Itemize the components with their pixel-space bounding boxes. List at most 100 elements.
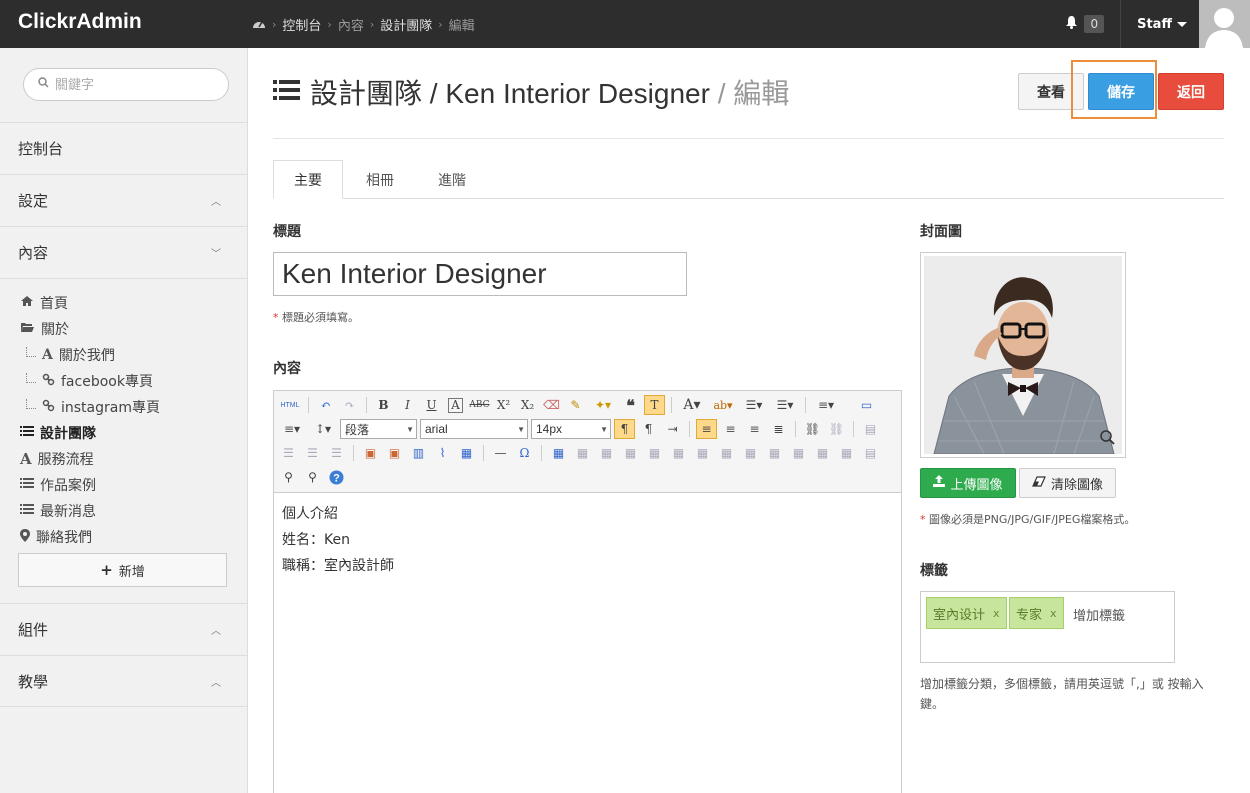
underline-icon[interactable]: U bbox=[421, 395, 442, 415]
find-replace-icon[interactable]: ⚲ bbox=[278, 467, 299, 487]
font-size-select[interactable]: 14px ▼ bbox=[531, 419, 611, 439]
sidebar-item-home[interactable]: 首頁 bbox=[20, 293, 68, 313]
merge-cells-icon[interactable]: ▦ bbox=[716, 443, 737, 463]
add-menu-item-button[interactable]: + 新增 bbox=[18, 553, 227, 587]
subscript-icon[interactable]: X₂ bbox=[517, 395, 538, 415]
rtl-icon[interactable]: ¶ bbox=[638, 419, 659, 439]
align-center-icon[interactable]: ≡ bbox=[720, 419, 741, 439]
split-cells-icon[interactable]: ▦ bbox=[740, 443, 761, 463]
align-right-icon[interactable]: ≡ bbox=[744, 419, 765, 439]
avatar[interactable] bbox=[1199, 0, 1250, 48]
blockquote-icon[interactable]: ❝ bbox=[620, 395, 641, 415]
ltr-icon[interactable]: ¶ bbox=[614, 419, 635, 439]
horizontal-rule-icon[interactable]: — bbox=[490, 443, 511, 463]
link-icon[interactable]: ⛓ bbox=[802, 419, 823, 439]
align-justify-icon[interactable]: ≣ bbox=[768, 419, 789, 439]
row-props-icon[interactable]: ▦ bbox=[764, 443, 785, 463]
unordered-list-icon[interactable]: ☰▾ bbox=[771, 395, 799, 415]
tab-advanced[interactable]: 進階 bbox=[421, 160, 483, 199]
bold-icon[interactable]: B bbox=[373, 395, 394, 415]
highlight-color-icon[interactable]: ab▾ bbox=[709, 395, 737, 415]
font-family-select[interactable]: arial ▼ bbox=[420, 419, 528, 439]
col-delete-icon[interactable]: ▦ bbox=[692, 443, 713, 463]
tag-chip[interactable]: 室內设计 x bbox=[926, 597, 1007, 629]
sidebar-item-facebook[interactable]: facebook專頁 bbox=[26, 371, 153, 391]
remove-tag-icon[interactable]: x bbox=[1050, 607, 1057, 620]
sidebar-item-design-team[interactable]: 設計團隊 bbox=[20, 423, 96, 443]
brush-icon[interactable]: ✎ bbox=[565, 395, 586, 415]
tab-main[interactable]: 主要 bbox=[273, 160, 343, 199]
upload-image-button[interactable]: 上傳圖像 bbox=[920, 468, 1016, 498]
paste-text-icon[interactable]: T bbox=[644, 395, 665, 415]
sidebar-search[interactable] bbox=[23, 68, 229, 101]
image-upload-icon[interactable]: ▣ bbox=[384, 443, 405, 463]
search-input[interactable] bbox=[55, 77, 205, 92]
tab-album[interactable]: 相冊 bbox=[349, 160, 411, 199]
sidebar-section-tutorial[interactable]: 教學 ︿ bbox=[0, 655, 247, 707]
italic-icon[interactable]: I bbox=[397, 395, 418, 415]
unlink-icon[interactable]: ⛓ bbox=[826, 419, 847, 439]
hr-block-icon[interactable]: ☰ bbox=[326, 443, 347, 463]
indent-block-icon[interactable]: ☰ bbox=[302, 443, 323, 463]
fullscreen-icon[interactable]: ▭ bbox=[856, 395, 877, 415]
magic-wand-icon[interactable]: ✦▾ bbox=[589, 395, 617, 415]
notifications-button[interactable]: 0 bbox=[1065, 15, 1112, 33]
row-delete-icon[interactable]: ▦ bbox=[644, 443, 665, 463]
special-char-icon[interactable]: Ω bbox=[514, 443, 535, 463]
sidebar-item-about[interactable]: 關於 bbox=[20, 319, 69, 339]
ordered-list-icon[interactable]: ☰▾ bbox=[740, 395, 768, 415]
editor-content[interactable]: 個人介紹 姓名：Ken 職稱：室內設計師 bbox=[282, 501, 394, 579]
indent-icon[interactable]: ⇥ bbox=[662, 419, 683, 439]
table-delete-icon[interactable]: ▦ bbox=[812, 443, 833, 463]
back-button[interactable]: 返回 bbox=[1158, 73, 1224, 110]
col-props-icon[interactable]: ▦ bbox=[788, 443, 809, 463]
sidebar-item-about-us[interactable]: A 關於我們 bbox=[26, 345, 115, 365]
redo-icon[interactable]: ↷ bbox=[339, 395, 360, 415]
anchor-icon[interactable]: ▤ bbox=[860, 419, 881, 439]
outdent-icon[interactable]: ☰ bbox=[278, 443, 299, 463]
image-icon[interactable]: ▣ bbox=[360, 443, 381, 463]
table-props-icon[interactable]: ▦ bbox=[572, 443, 593, 463]
remove-tag-icon[interactable]: x bbox=[993, 607, 1000, 620]
html-source-button[interactable]: HTML bbox=[278, 395, 302, 415]
sidebar-section-components[interactable]: 組件 ︿ bbox=[0, 603, 247, 655]
clear-image-button[interactable]: 清除圖像 bbox=[1019, 468, 1116, 498]
tag-chip[interactable]: 专家 x bbox=[1009, 597, 1064, 629]
cover-image-frame[interactable] bbox=[920, 252, 1126, 458]
align-left-icon[interactable]: ≡ bbox=[696, 419, 717, 439]
brand-logo[interactable]: ClickrAdmin bbox=[18, 10, 142, 34]
superscript-icon[interactable]: X² bbox=[493, 395, 514, 415]
font-color-icon[interactable]: A▾ bbox=[678, 395, 706, 415]
eraser-icon[interactable]: ⌫ bbox=[541, 395, 562, 415]
col-insert-icon[interactable]: ▦ bbox=[668, 443, 689, 463]
breadcrumb-content[interactable]: 內容 bbox=[338, 15, 364, 34]
user-menu[interactable]: Staff bbox=[1121, 17, 1199, 32]
preview-icon[interactable]: ⚲ bbox=[302, 467, 323, 487]
sidebar-section-dashboard[interactable]: 控制台 bbox=[0, 122, 247, 174]
tags-input-box[interactable]: 室內设计 x 专家 x 增加標籤 bbox=[920, 591, 1175, 663]
add-tag-input[interactable]: 增加標籤 bbox=[1073, 605, 1125, 624]
attachment-icon[interactable]: ⌇ bbox=[432, 443, 453, 463]
paragraph-format-select[interactable]: 段落 ▼ bbox=[340, 419, 417, 439]
cell-props-icon[interactable]: ▦ bbox=[596, 443, 617, 463]
heading-dropdown-icon[interactable]: ≡▾ bbox=[278, 419, 306, 439]
sidebar-item-portfolio[interactable]: 作品案例 bbox=[20, 475, 96, 495]
breadcrumb-design-team[interactable]: 設計團隊 bbox=[380, 15, 432, 34]
help-icon[interactable]: ? bbox=[326, 467, 347, 487]
font-box-icon[interactable]: A bbox=[448, 397, 463, 413]
table-icon[interactable]: ▦ bbox=[548, 443, 569, 463]
media-icon[interactable]: ▦ bbox=[456, 443, 477, 463]
sidebar-item-news[interactable]: 最新消息 bbox=[20, 501, 96, 521]
line-height-icon[interactable]: ↕▾ bbox=[309, 419, 337, 439]
video-icon[interactable]: ▥ bbox=[408, 443, 429, 463]
align-dropdown-icon[interactable]: ≡▾ bbox=[812, 395, 840, 415]
sidebar-item-contact[interactable]: 聯絡我們 bbox=[20, 527, 92, 547]
undo-icon[interactable]: ↶ bbox=[315, 395, 336, 415]
clear-table-icon[interactable]: ▤ bbox=[860, 443, 881, 463]
table-more-icon[interactable]: ▦ bbox=[836, 443, 857, 463]
title-field[interactable]: Ken Interior Designer bbox=[273, 252, 687, 296]
sidebar-item-service-process[interactable]: A 服務流程 bbox=[20, 449, 94, 469]
row-insert-icon[interactable]: ▦ bbox=[620, 443, 641, 463]
sidebar-section-settings[interactable]: 設定 ︿ bbox=[0, 174, 247, 226]
breadcrumb-dashboard[interactable]: 控制台 bbox=[282, 15, 321, 34]
